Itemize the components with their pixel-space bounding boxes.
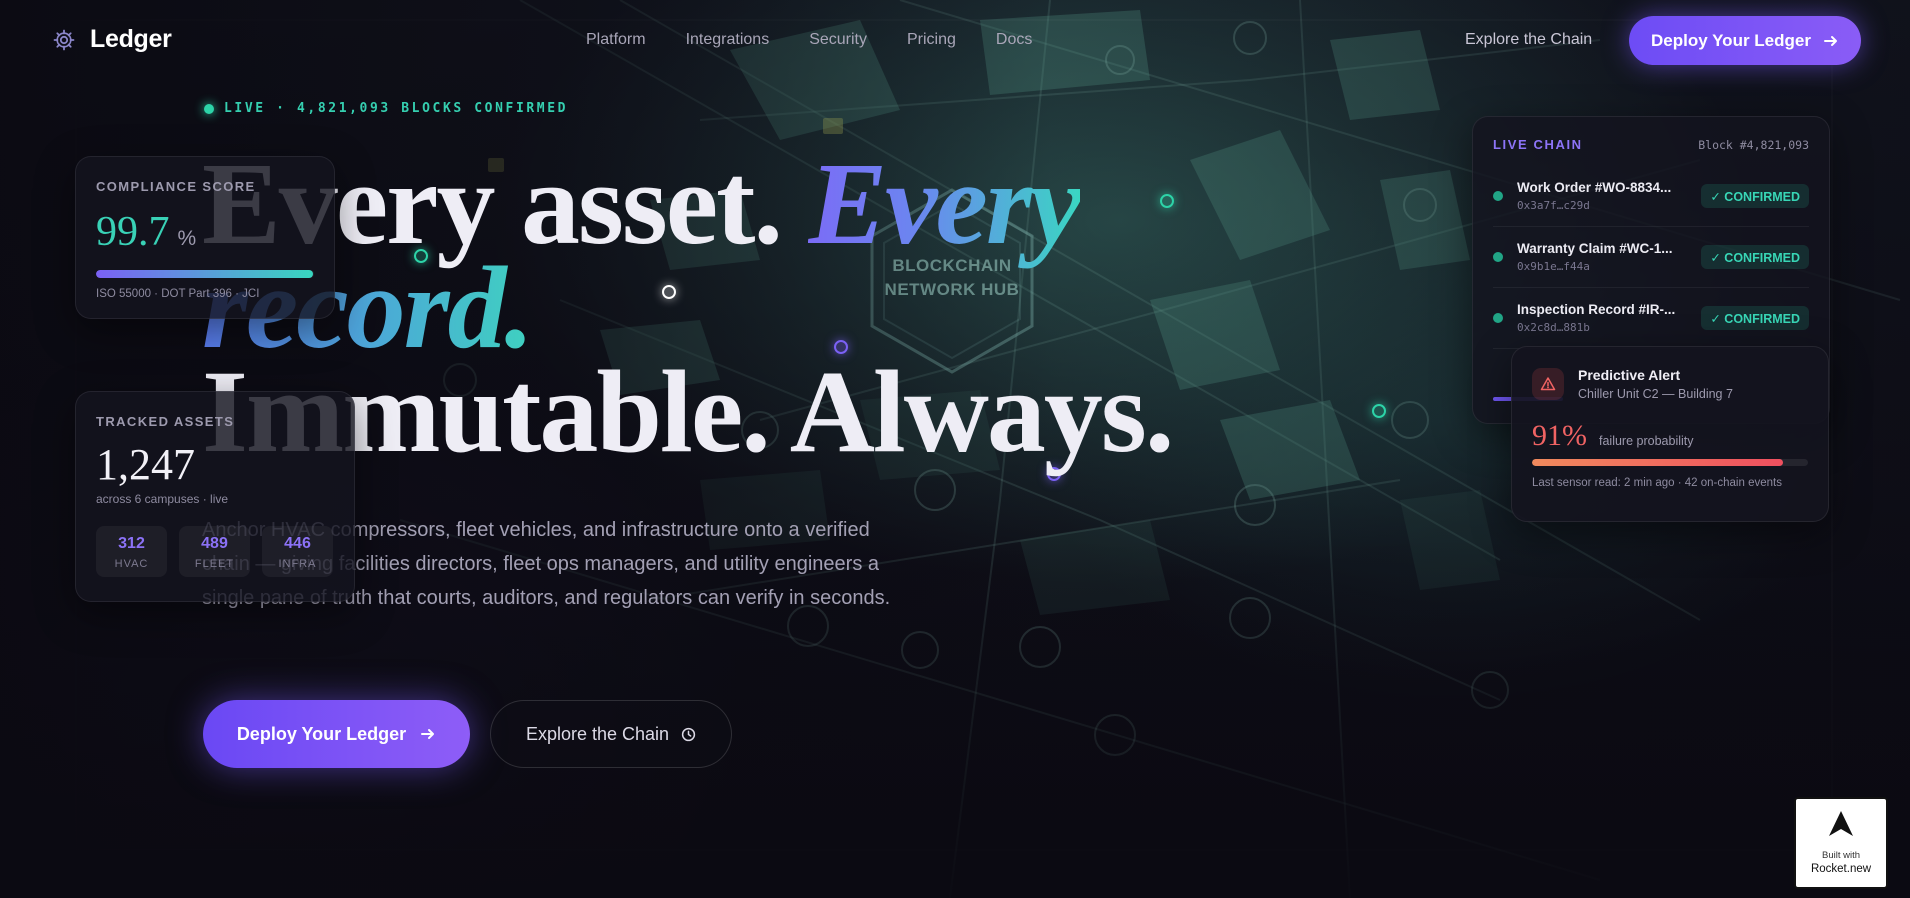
headline-line-1: Every asset. Every <box>202 145 1202 263</box>
chip-value: 446 <box>284 535 311 552</box>
chip-infra[interactable]: 446 INFRA <box>262 526 333 577</box>
alert-percent: 91% <box>1532 419 1587 452</box>
nav-link-platform[interactable]: Platform <box>586 31 646 49</box>
arrow-right-icon <box>421 729 435 739</box>
compliance-standards: ISO 55000 · DOT Part 396 · JCI <box>96 288 260 300</box>
chain-row-info: Inspection Record #IR-... 0x2c8d…881b <box>1517 302 1687 334</box>
chain-row-hash: 0x9b1e…f44a <box>1517 260 1590 273</box>
warning-icon <box>1532 368 1564 400</box>
chip-value: 489 <box>201 535 228 552</box>
status-dot-icon <box>1493 191 1503 201</box>
chain-row-hash: 0x2c8d…881b <box>1517 321 1590 334</box>
confirmed-badge: ✓ CONFIRMED <box>1701 184 1809 208</box>
nav-explore-link[interactable]: Explore the Chain <box>1465 31 1592 49</box>
chip-value: 312 <box>118 535 145 552</box>
confirmed-badge: ✓ CONFIRMED <box>1701 306 1809 330</box>
live-status: LIVE · 4,821,093 BLOCKS CONFIRMED <box>204 101 568 116</box>
nav-deploy-button[interactable]: Deploy Your Ledger <box>1629 16 1861 65</box>
chain-row-info: Work Order #WO-8834... 0x3a7f…c29d <box>1517 180 1687 212</box>
chain-row-title: Inspection Record #IR-... <box>1517 302 1676 317</box>
chain-row[interactable]: Warranty Claim #WC-1... 0x9b1e…f44a ✓ CO… <box>1493 227 1809 288</box>
chip-fleet[interactable]: 489 FLEET <box>179 526 250 577</box>
nav-deploy-label: Deploy Your Ledger <box>1651 30 1811 50</box>
gear-icon <box>53 29 75 50</box>
nav-link-docs[interactable]: Docs <box>996 31 1032 49</box>
live-dot-icon <box>204 103 214 114</box>
chain-row[interactable]: Work Order #WO-8834... 0x3a7f…c29d ✓ CON… <box>1493 166 1809 227</box>
live-chain-title: LIVE CHAIN <box>1493 137 1583 152</box>
chain-row-info: Warranty Claim #WC-1... 0x9b1e…f44a <box>1517 241 1687 273</box>
compliance-value: 99.7 <box>96 209 170 255</box>
compliance-label: COMPLIANCE SCORE <box>96 179 256 194</box>
hero-explore-button[interactable]: Explore the Chain <box>490 700 732 768</box>
confirmed-badge: ✓ CONFIRMED <box>1701 245 1809 269</box>
arrow-right-icon <box>1823 35 1837 46</box>
alert-probability: 91% failure probability <box>1532 419 1808 453</box>
asset-category-chips: 312 HVAC 489 FLEET 446 INFRA <box>96 526 334 577</box>
hero-explore-label: Explore the Chain <box>525 723 670 744</box>
hero-deploy-button[interactable]: Deploy Your Ledger <box>203 700 470 768</box>
chip-label: INFRA <box>278 558 317 570</box>
compliance-unit: % <box>177 227 197 250</box>
tracked-assets-card: TRACKED ASSETS 1,247 across 6 campuses ·… <box>75 391 355 602</box>
built-with-brand: Rocket.new <box>1810 863 1872 875</box>
network-node[interactable] <box>1372 404 1386 418</box>
headline-emphasis: Every <box>808 138 1082 269</box>
nav-link-integrations[interactable]: Integrations <box>686 31 770 49</box>
chain-row[interactable]: Inspection Record #IR-... 0x2c8d…881b ✓ … <box>1493 288 1809 349</box>
alert-heading: Predictive Alert Chiller Unit C2 — Build… <box>1578 367 1733 401</box>
live-status-text: LIVE · 4,821,093 BLOCKS CONFIRMED <box>224 101 569 116</box>
nav-link-pricing[interactable]: Pricing <box>907 31 956 49</box>
compliance-progress-bar <box>96 270 314 278</box>
brand-home-link[interactable]: Ledger <box>52 25 172 54</box>
chain-row-hash: 0x3a7f…c29d <box>1517 199 1590 212</box>
rocket-logo-icon <box>1829 811 1853 836</box>
status-dot-icon <box>1493 252 1503 262</box>
nav-link-security[interactable]: Security <box>809 31 867 49</box>
alert-header: Predictive Alert Chiller Unit C2 — Build… <box>1532 367 1808 401</box>
tracked-sub: across 6 campuses · live <box>96 492 229 506</box>
chip-label: HVAC <box>114 558 149 570</box>
compliance-progress-fill <box>96 270 314 278</box>
hero-deploy-label: Deploy Your Ledger <box>236 723 407 744</box>
tracked-label: TRACKED ASSETS <box>96 414 235 429</box>
tracked-value: 1,247 <box>96 440 195 489</box>
compliance-score-card: COMPLIANCE SCORE 99.7 % ISO 55000 · DOT … <box>75 156 335 319</box>
alert-progress-fill <box>1532 459 1784 466</box>
alert-progress-bar <box>1532 459 1808 466</box>
main-menu: Platform Integrations Security Pricing D… <box>586 31 1032 49</box>
chain-row-title: Work Order #WO-8834... <box>1517 180 1672 195</box>
live-chain-block: Block #4,821,093 <box>1698 137 1809 152</box>
built-with-label: Built with <box>1821 850 1860 861</box>
alert-footer: Last sensor read: 2 min ago · 42 on-chai… <box>1532 477 1782 489</box>
live-chain-header: LIVE CHAIN Block #4,821,093 <box>1493 137 1809 152</box>
chain-rows: Work Order #WO-8834... 0x3a7f…c29d ✓ CON… <box>1493 166 1809 349</box>
alert-title: Predictive Alert <box>1578 367 1681 383</box>
status-dot-icon <box>1493 313 1503 323</box>
alert-percent-label: failure probability <box>1599 434 1694 448</box>
clock-icon <box>681 727 696 741</box>
compliance-score: 99.7 % <box>96 208 314 256</box>
predictive-alert-card: Predictive Alert Chiller Unit C2 — Build… <box>1511 346 1829 522</box>
alert-subtitle: Chiller Unit C2 — Building 7 <box>1578 387 1733 401</box>
built-with-badge[interactable]: Built with Rocket.new <box>1794 797 1888 889</box>
chip-hvac[interactable]: 312 HVAC <box>96 526 167 577</box>
chain-row-title: Warranty Claim #WC-1... <box>1517 241 1673 256</box>
top-nav: Ledger Platform Integrations Security Pr… <box>0 0 1910 82</box>
chip-label: FLEET <box>194 558 235 570</box>
brand-name: Ledger <box>90 25 172 53</box>
headline-line-2: record. <box>202 249 1202 367</box>
